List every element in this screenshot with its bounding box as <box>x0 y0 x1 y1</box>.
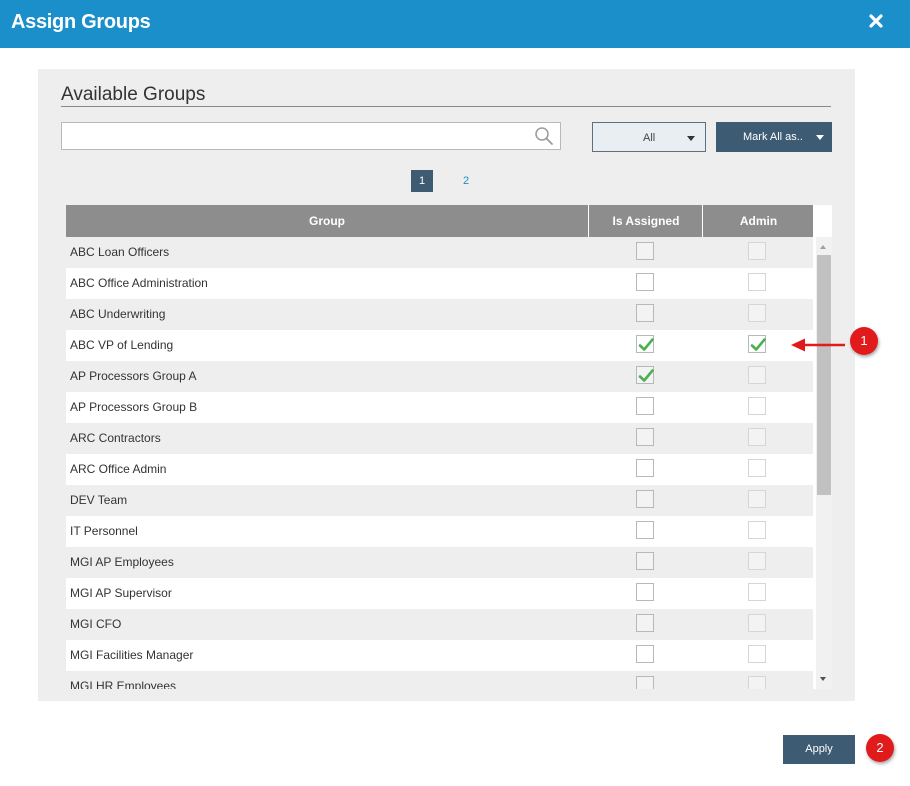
filter-select[interactable]: All <box>592 122 706 152</box>
table-row: ABC VP of Lending <box>66 330 813 361</box>
groups-table: Group Is Assigned Admin ABC Loan Officer… <box>66 205 832 689</box>
admin-checkbox[interactable] <box>748 242 766 260</box>
group-name: ABC Office Administration <box>70 276 208 290</box>
is-assigned-checkbox[interactable] <box>636 676 654 689</box>
dialog-title: Assign Groups <box>11 11 151 33</box>
group-name: AP Processors Group A <box>70 369 197 383</box>
section-title: Available Groups <box>61 84 206 105</box>
admin-checkbox[interactable] <box>748 521 766 539</box>
is-assigned-checkbox[interactable] <box>636 552 654 570</box>
admin-checkbox[interactable] <box>748 428 766 446</box>
column-header-is-assigned[interactable]: Is Assigned <box>588 205 703 237</box>
admin-checkbox[interactable] <box>748 614 766 632</box>
annotation-arrow-icon <box>791 338 845 352</box>
table-row: ARC Contractors <box>66 423 813 454</box>
checkmark-icon <box>750 338 766 351</box>
group-name: MGI AP Employees <box>70 555 174 569</box>
scrollbar-thumb[interactable] <box>817 255 831 495</box>
filter-selected-value: All <box>643 132 656 144</box>
table-row: DEV Team <box>66 485 813 516</box>
column-header-group[interactable]: Group <box>66 205 588 237</box>
admin-checkbox[interactable] <box>748 335 766 353</box>
is-assigned-checkbox[interactable] <box>636 273 654 291</box>
checkmark-icon <box>638 369 654 382</box>
table-row: ABC Office Administration <box>66 268 813 299</box>
group-name: ARC Office Admin <box>70 462 167 476</box>
mark-all-button[interactable]: Mark All as.. <box>716 122 832 152</box>
admin-checkbox[interactable] <box>748 552 766 570</box>
table-row: MGI AP Employees <box>66 547 813 578</box>
group-name: AP Processors Group B <box>70 400 198 414</box>
group-name: MGI HR Employees <box>70 679 177 689</box>
is-assigned-checkbox[interactable] <box>636 614 654 632</box>
admin-checkbox[interactable] <box>748 366 766 384</box>
table-scrollbar[interactable] <box>816 237 832 689</box>
table-row: IT Personnel <box>66 516 813 547</box>
table-row: AP Processors Group B <box>66 392 813 423</box>
group-name: MGI CFO <box>70 617 122 631</box>
group-name: ARC Contractors <box>70 431 161 445</box>
search-icon[interactable] <box>534 126 554 146</box>
admin-checkbox[interactable] <box>748 676 766 689</box>
table-row: ARC Office Admin <box>66 454 813 485</box>
apply-button[interactable]: Apply <box>783 735 855 764</box>
group-name: MGI Facilities Manager <box>70 648 194 662</box>
is-assigned-checkbox[interactable] <box>636 521 654 539</box>
table-row: ABC Loan Officers <box>66 237 813 268</box>
is-assigned-checkbox[interactable] <box>636 645 654 663</box>
page-2-button[interactable]: 2 <box>455 170 477 192</box>
admin-checkbox[interactable] <box>748 273 766 291</box>
table-body: ABC Loan Officers ABC Office Administrati… <box>66 237 813 689</box>
is-assigned-checkbox[interactable] <box>636 335 654 353</box>
is-assigned-checkbox[interactable] <box>636 583 654 601</box>
group-name: DEV Team <box>70 493 128 507</box>
group-name: IT Personnel <box>70 524 138 538</box>
is-assigned-checkbox[interactable] <box>636 366 654 384</box>
chevron-down-icon <box>816 135 824 140</box>
group-name: ABC Underwriting <box>70 307 166 321</box>
admin-checkbox[interactable] <box>748 583 766 601</box>
admin-checkbox[interactable] <box>748 459 766 477</box>
column-header-admin[interactable]: Admin <box>702 205 814 237</box>
table-row: MGI Facilities Manager <box>66 640 813 671</box>
available-groups-panel: Available Groups All Mark All as.. 1 2 G… <box>38 69 855 701</box>
search-input[interactable] <box>62 123 534 149</box>
checkmark-icon <box>638 338 654 351</box>
admin-checkbox[interactable] <box>748 490 766 508</box>
scroll-down-icon[interactable] <box>820 677 826 681</box>
is-assigned-checkbox[interactable] <box>636 242 654 260</box>
table-header: Group Is Assigned Admin <box>66 205 813 237</box>
annotation-marker-1: 1 <box>850 327 878 355</box>
section-divider <box>61 106 831 107</box>
group-name: MGI AP Supervisor <box>70 586 172 600</box>
close-icon[interactable] <box>867 12 885 30</box>
is-assigned-checkbox[interactable] <box>636 490 654 508</box>
page-1-button[interactable]: 1 <box>411 170 433 192</box>
chevron-down-icon <box>687 136 695 141</box>
is-assigned-checkbox[interactable] <box>636 397 654 415</box>
annotation-marker-2: 2 <box>866 734 894 762</box>
dialog-titlebar: Assign Groups <box>0 0 910 48</box>
group-name: ABC Loan Officers <box>70 245 170 259</box>
scroll-up-icon[interactable] <box>820 245 826 249</box>
admin-checkbox[interactable] <box>748 397 766 415</box>
is-assigned-checkbox[interactable] <box>636 428 654 446</box>
table-row: MGI AP Supervisor <box>66 578 813 609</box>
table-row: MGI HR Employees <box>66 671 813 689</box>
table-row: MGI CFO <box>66 609 813 640</box>
is-assigned-checkbox[interactable] <box>636 459 654 477</box>
is-assigned-checkbox[interactable] <box>636 304 654 322</box>
admin-checkbox[interactable] <box>748 645 766 663</box>
group-name: ABC VP of Lending <box>70 338 174 352</box>
table-row: ABC Underwriting <box>66 299 813 330</box>
mark-all-label: Mark All as.. <box>743 131 803 143</box>
admin-checkbox[interactable] <box>748 304 766 322</box>
search-box <box>61 122 561 150</box>
table-row: AP Processors Group A <box>66 361 813 392</box>
